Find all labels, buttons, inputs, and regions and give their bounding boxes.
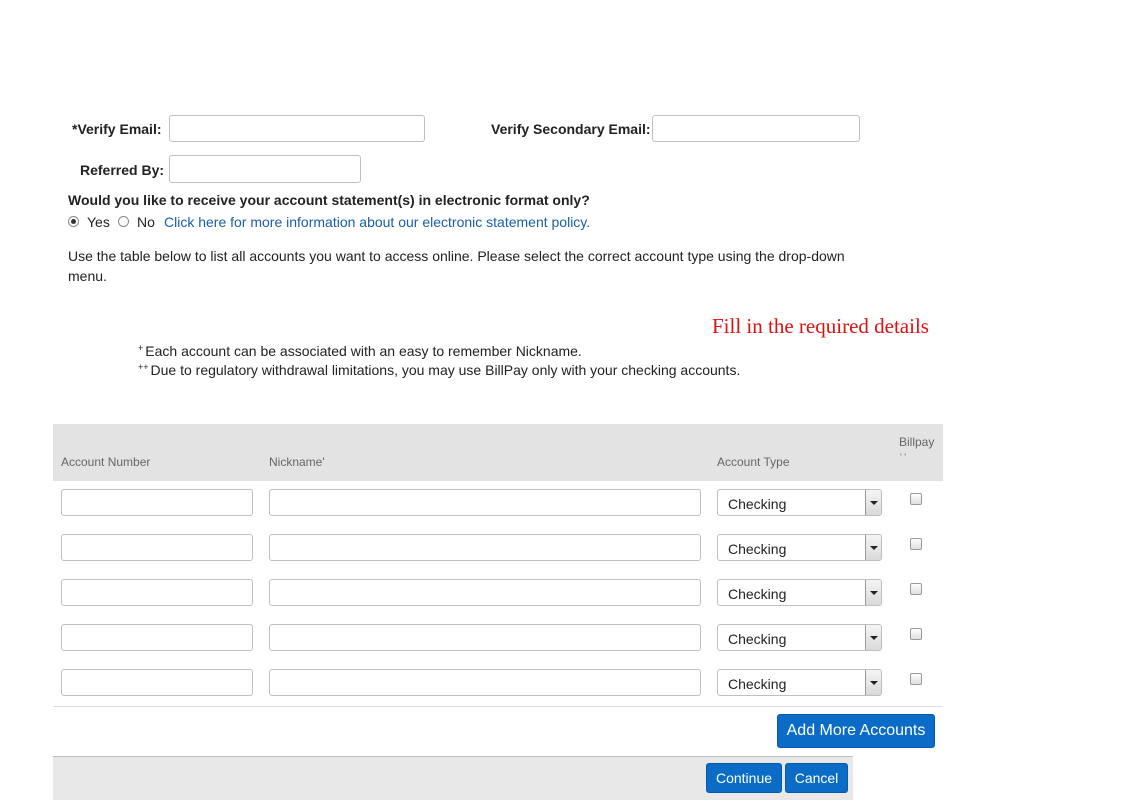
verify-secondary-email-input[interactable] [652,115,860,142]
nickname-input[interactable] [269,534,701,561]
referred-by-input[interactable] [169,155,361,183]
note-marker: + [138,343,144,353]
chevron-down-icon [865,580,881,605]
estatement-yes-label: Yes [87,214,110,230]
account-type-value: Checking [728,631,787,647]
account-type-select[interactable]: Checking [717,534,882,561]
verify-email-label: *Verify Email: [72,121,162,137]
estatement-no-radio[interactable] [118,216,129,227]
billpay-checkbox[interactable] [910,628,922,640]
header-billpay-marker: ' ' [900,452,906,462]
table-row: Checking [53,661,943,707]
verify-email-input[interactable] [169,115,425,142]
estatement-question: Would you like to receive your account s… [68,192,590,208]
note-text: Each account can be associated with an e… [145,343,582,359]
add-more-accounts-button[interactable]: Add More Accounts [777,714,935,748]
form-footer: Continue Cancel [53,756,853,800]
nickname-input[interactable] [269,669,701,696]
account-type-value: Checking [728,586,787,602]
note-text: Due to regulatory withdrawal limitations… [150,362,741,378]
billpay-checkbox[interactable] [910,538,922,550]
nickname-input[interactable] [269,579,701,606]
nickname-note: + Each account can be associated with an … [138,343,582,359]
chevron-down-icon [865,535,881,560]
estatement-no-label: No [137,214,155,230]
chevron-down-icon [865,490,881,515]
account-type-value: Checking [728,496,787,512]
accounts-table-header: Account Number Nickname' Account Type Bi… [53,424,943,482]
table-row: Checking [53,481,943,527]
nickname-input[interactable] [269,489,701,516]
continue-button[interactable]: Continue [706,763,782,793]
required-details-notice: Fill in the required details [712,314,929,338]
billpay-note: ++ Due to regulatory withdrawal limitatio… [138,362,740,378]
billpay-checkbox[interactable] [910,673,922,685]
table-row: Checking [53,616,943,662]
account-type-select[interactable]: Checking [717,624,882,651]
account-type-select[interactable]: Checking [717,489,882,516]
billpay-checkbox[interactable] [910,583,922,595]
billpay-checkbox[interactable] [910,493,922,505]
estatement-policy-link[interactable]: Click here for more information about ou… [164,214,590,230]
table-row: Checking [53,571,943,617]
header-billpay: Billpay [899,435,935,449]
instructions-text: Use the table below to list all accounts… [68,248,845,284]
header-nickname: Nickname' [269,455,325,469]
account-type-value: Checking [728,541,787,557]
account-number-input[interactable] [61,624,253,651]
header-account-number: Account Number [61,455,151,469]
chevron-down-icon [865,670,881,695]
account-number-input[interactable] [61,669,253,696]
account-number-input[interactable] [61,489,253,516]
account-type-select[interactable]: Checking [717,579,882,606]
chevron-down-icon [865,625,881,650]
cancel-button[interactable]: Cancel [785,763,848,793]
referred-by-label: Referred By: [80,162,165,178]
account-type-select[interactable]: Checking [717,669,882,696]
verify-secondary-email-label: Verify Secondary Email: [491,121,651,137]
nickname-input[interactable] [269,624,701,651]
account-type-value: Checking [728,676,787,692]
note-marker: ++ [138,362,149,372]
header-account-type: Account Type [717,455,790,469]
table-row: Checking [53,526,943,572]
account-number-input[interactable] [61,534,253,561]
account-number-input[interactable] [61,579,253,606]
estatement-yes-radio[interactable] [68,216,79,227]
